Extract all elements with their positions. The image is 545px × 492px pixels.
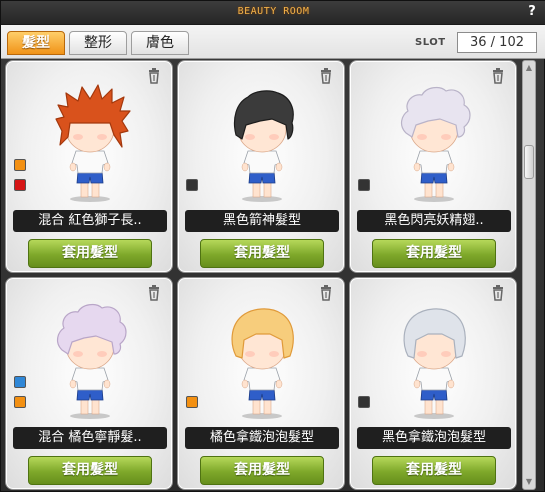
apply-hairstyle-button[interactable]: 套用髮型 bbox=[28, 239, 152, 268]
hair-color-swatch bbox=[358, 179, 370, 191]
scroll-up-arrow-icon[interactable]: ▲ bbox=[524, 63, 534, 73]
tab-hairstyle[interactable]: 髮型 bbox=[7, 31, 65, 55]
apply-hairstyle-button[interactable]: 套用髮型 bbox=[372, 456, 496, 485]
apply-hairstyle-button[interactable]: 套用髮型 bbox=[372, 239, 496, 268]
trash-icon[interactable] bbox=[490, 67, 506, 84]
avatar-preview bbox=[400, 86, 471, 202]
hairstyle-card[interactable]: 橘色拿鐵泡泡髮型套用髮型 bbox=[177, 277, 345, 490]
scrollbar[interactable]: ▲ ▼ bbox=[522, 60, 536, 490]
hairstyle-card[interactable]: 混合 橘色寧靜髮.. 套用髮型 bbox=[5, 277, 173, 490]
avatar-preview bbox=[55, 84, 131, 202]
hairstyle-grid: 混合 紅色獅子長.. 套用髮型 黑色箭神髮型 套用髮型 黑色閃亮妖精翅.. 套用髮型 混合 … bbox=[5, 60, 517, 490]
slot-label: SLOT bbox=[415, 37, 446, 48]
tab-bar: 髮型 整形 膚色 SLOT 36 / 102 bbox=[1, 25, 545, 59]
hair-color-swatch bbox=[14, 179, 26, 191]
hairstyle-name: 黑色箭神髮型 bbox=[185, 210, 339, 232]
hairstyle-name: 混合 橘色寧靜髮.. bbox=[13, 427, 167, 449]
hair-color-swatch bbox=[14, 396, 26, 408]
avatar-preview bbox=[233, 90, 294, 202]
hairstyle-card[interactable]: 黑色閃亮妖精翅.. 套用髮型 bbox=[349, 60, 517, 273]
hairstyle-name: 黑色閃亮妖精翅.. bbox=[357, 210, 511, 232]
hair-color-swatch bbox=[14, 159, 26, 171]
avatar-preview bbox=[231, 308, 294, 419]
hairstyle-name: 橘色拿鐵泡泡髮型 bbox=[185, 427, 339, 449]
help-button[interactable]: ? bbox=[524, 4, 540, 20]
window-title: BEAUTY ROOM bbox=[237, 6, 310, 17]
hair-color-swatch bbox=[14, 376, 26, 388]
hair-color-swatch bbox=[186, 179, 198, 191]
tab-skin[interactable]: 膚色 bbox=[131, 31, 189, 55]
hairstyle-card[interactable]: 黑色拿鐵泡泡髮型套用髮型 bbox=[349, 277, 517, 490]
trash-icon[interactable] bbox=[146, 67, 162, 84]
trash-icon[interactable] bbox=[318, 284, 334, 301]
hairstyle-card[interactable]: 黑色箭神髮型套用髮型 bbox=[177, 60, 345, 273]
title-bar[interactable]: BEAUTY ROOM ? bbox=[1, 1, 545, 25]
trash-icon[interactable] bbox=[490, 284, 506, 301]
hairstyle-name: 混合 紅色獅子長.. bbox=[13, 210, 167, 232]
avatar-preview bbox=[56, 303, 127, 419]
slot-count: 36 / 102 bbox=[457, 32, 537, 53]
hair-color-swatch bbox=[186, 396, 198, 408]
beauty-room-window: BEAUTY ROOM ? 髮型 整形 膚色 SLOT 36 / 102 混合 … bbox=[0, 0, 545, 492]
trash-icon[interactable] bbox=[146, 284, 162, 301]
apply-hairstyle-button[interactable]: 套用髮型 bbox=[200, 456, 324, 485]
avatar-preview bbox=[403, 308, 466, 419]
hairstyle-card[interactable]: 混合 紅色獅子長.. 套用髮型 bbox=[5, 60, 173, 273]
scroll-down-arrow-icon[interactable]: ▼ bbox=[524, 477, 534, 487]
trash-icon[interactable] bbox=[318, 67, 334, 84]
apply-hairstyle-button[interactable]: 套用髮型 bbox=[200, 239, 324, 268]
scroll-thumb[interactable] bbox=[524, 145, 534, 179]
apply-hairstyle-button[interactable]: 套用髮型 bbox=[28, 456, 152, 485]
hair-color-swatch bbox=[358, 396, 370, 408]
hairstyle-name: 黑色拿鐵泡泡髮型 bbox=[357, 427, 511, 449]
tab-face[interactable]: 整形 bbox=[69, 31, 127, 55]
